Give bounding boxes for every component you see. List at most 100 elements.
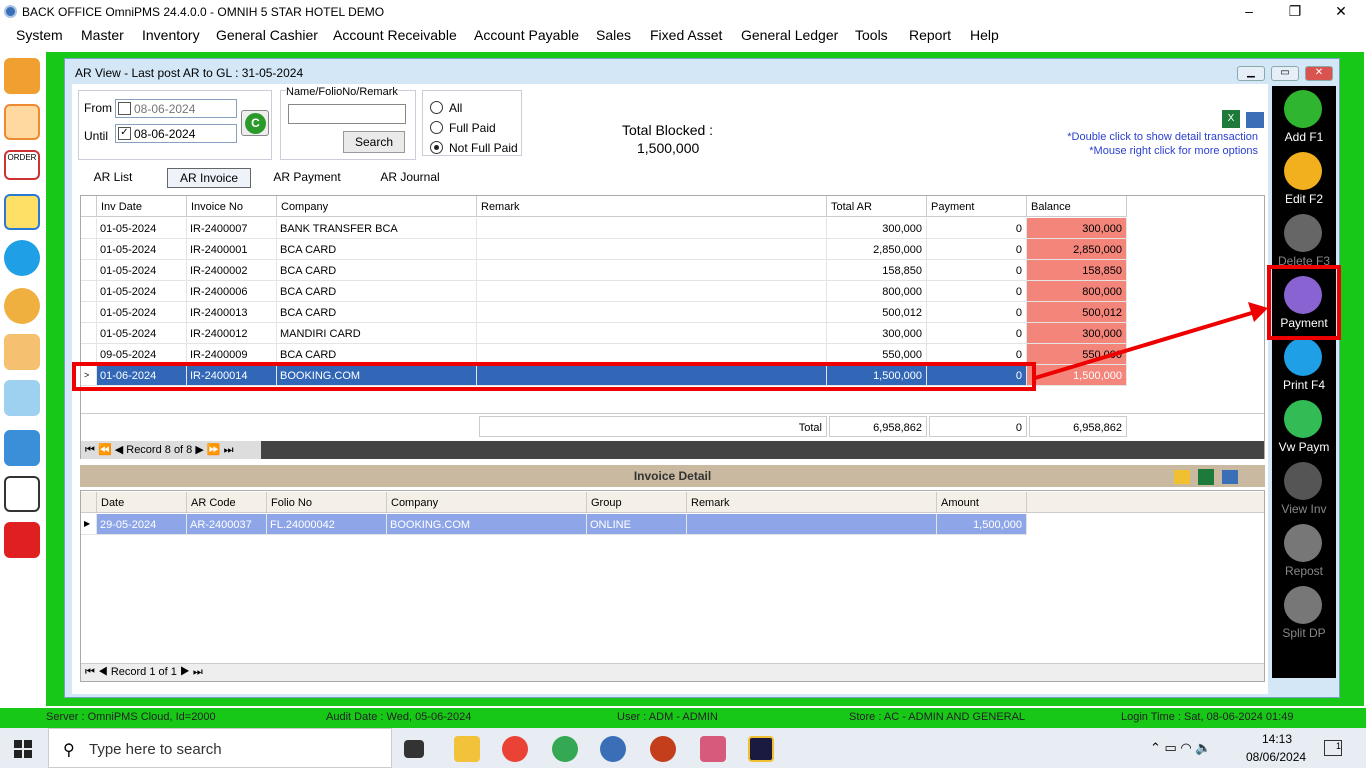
until-date-field[interactable]: 08-06-2024 — [115, 124, 237, 143]
cell-total-ar[interactable]: 2,850,000 — [827, 239, 927, 260]
dcol-ar-code[interactable]: AR Code — [187, 492, 267, 513]
checklist-icon[interactable] — [4, 104, 40, 140]
close-button[interactable]: ✕ — [1318, 0, 1364, 24]
cell-remark[interactable] — [477, 260, 827, 281]
mdi-close-button[interactable]: ✕ — [1305, 66, 1333, 81]
start-icon[interactable] — [14, 740, 32, 758]
hand-money-icon[interactable] — [4, 334, 40, 370]
from-checkbox[interactable] — [118, 102, 131, 115]
cell-invoice-no[interactable]: IR-2400002 — [187, 260, 277, 281]
task-view-icon[interactable] — [404, 740, 424, 758]
dcol-group[interactable]: Group — [587, 492, 687, 513]
mdi-restore-button[interactable]: ▭ — [1271, 66, 1299, 81]
cell-total-ar[interactable]: 300,000 — [827, 323, 927, 344]
menu-system[interactable]: System — [16, 27, 63, 43]
cell-invoice-no[interactable]: IR-2400007 — [187, 218, 277, 239]
detail-row[interactable]: ▶ 29-05-2024 AR-2400037 FL.24000042 BOOK… — [81, 514, 1264, 535]
calendar-icon[interactable] — [4, 430, 40, 466]
cell-invoice-no[interactable]: IR-2400013 — [187, 302, 277, 323]
expand-icon[interactable] — [1174, 470, 1190, 484]
cell-payment[interactable]: 0 — [927, 218, 1027, 239]
cell-payment[interactable]: 0 — [927, 260, 1027, 281]
detail-cell-folio[interactable]: FL.24000042 — [267, 514, 387, 535]
print-f4-button[interactable]: Print F4 — [1272, 336, 1336, 398]
dcol-company[interactable]: Company — [387, 492, 587, 513]
radio-all[interactable] — [430, 101, 443, 114]
taskbar-search[interactable]: ⚲ Type here to search — [48, 728, 392, 768]
cell-inv-date[interactable]: 01-05-2024 — [97, 302, 187, 323]
menu-help[interactable]: Help — [970, 27, 999, 43]
cell-remark[interactable] — [477, 281, 827, 302]
dnav-next-icon[interactable]: ▶ — [180, 666, 190, 678]
col-payment[interactable]: Payment — [927, 196, 1027, 217]
table-row[interactable]: 01-05-2024 IR-2400001 BCA CARD 2,850,000 0 2,… — [81, 239, 1264, 260]
split-dp-button[interactable]: Split DP — [1272, 584, 1336, 646]
name-search-input[interactable] — [288, 104, 406, 124]
cell-invoice-no[interactable]: IR-2400012 — [187, 323, 277, 344]
menu-general-cashier[interactable]: General Cashier — [216, 27, 318, 43]
view-inv-button[interactable]: View Inv — [1272, 460, 1336, 522]
cell-remark[interactable] — [477, 218, 827, 239]
tab-ar-journal[interactable]: AR Journal — [360, 168, 460, 188]
detail-cell-company[interactable]: BOOKING.COM — [387, 514, 587, 535]
cell-payment[interactable]: 0 — [927, 281, 1027, 302]
navigator-controls[interactable]: ⏮ ⏪ ◀ Record 8 of 8 ▶ ⏩ ⏭ — [81, 441, 261, 459]
cell-inv-date[interactable]: 01-05-2024 — [97, 323, 187, 344]
maximize-button[interactable]: ❐ — [1272, 0, 1318, 24]
col-remark[interactable]: Remark — [477, 196, 827, 217]
cell-inv-date[interactable]: 01-05-2024 — [97, 239, 187, 260]
cell-company[interactable]: BCA CARD — [277, 239, 477, 260]
cell-total-ar[interactable]: 300,000 — [827, 218, 927, 239]
cell-company[interactable]: BCA CARD — [277, 260, 477, 281]
cell-remark[interactable] — [477, 239, 827, 260]
cell-balance[interactable]: 2,850,000 — [1027, 239, 1127, 260]
cell-company[interactable]: BANK TRANSFER BCA — [277, 218, 477, 239]
nav-last-icon[interactable]: ⏭ — [221, 444, 234, 456]
cell-total-ar[interactable]: 800,000 — [827, 281, 927, 302]
cell-invoice-no[interactable]: IR-2400001 — [187, 239, 277, 260]
tab-ar-payment[interactable]: AR Payment — [262, 168, 352, 188]
table-row[interactable]: 01-05-2024 IR-2400007 BANK TRANSFER BCA 300… — [81, 218, 1264, 239]
menu-inventory[interactable]: Inventory — [142, 27, 200, 43]
money-bag-icon[interactable] — [4, 288, 40, 324]
refresh-button[interactable]: C — [241, 110, 269, 136]
detail-excel-icon[interactable] — [1198, 469, 1214, 485]
dnav-first-icon[interactable]: ⏮ — [85, 666, 98, 678]
menu-report[interactable]: Report — [909, 27, 951, 43]
menu-account-payable[interactable]: Account Payable — [474, 27, 579, 43]
edit-f2-button[interactable]: Edit F2 — [1272, 150, 1336, 212]
add-f1-button[interactable]: Add F1 — [1272, 88, 1336, 150]
cell-balance[interactable]: 800,000 — [1027, 281, 1127, 302]
cell-total-ar[interactable]: 158,850 — [827, 260, 927, 281]
radio-not-full-paid[interactable] — [430, 141, 443, 154]
cell-invoice-no[interactable]: IR-2400006 — [187, 281, 277, 302]
col-invoice-no[interactable]: Invoice No — [187, 196, 277, 217]
print-grid-icon[interactable] — [1246, 112, 1264, 128]
cell-payment[interactable]: 0 — [927, 239, 1027, 260]
file-explorer-icon[interactable] — [454, 736, 480, 762]
cell-remark[interactable] — [477, 323, 827, 344]
dcol-folio-no[interactable]: Folio No — [267, 492, 387, 513]
detail-print-icon[interactable] — [1222, 470, 1238, 484]
dcol-remark[interactable]: Remark — [687, 492, 937, 513]
menu-sales[interactable]: Sales — [596, 27, 631, 43]
cart-icon[interactable] — [4, 194, 40, 230]
sync-icon[interactable] — [4, 240, 40, 276]
powerpoint-icon[interactable] — [650, 736, 676, 762]
table-row[interactable]: 01-05-2024 IR-2400002 BCA CARD 158,850 0 158,… — [81, 260, 1264, 281]
dcol-date[interactable]: Date — [97, 492, 187, 513]
detail-cell-ar-code[interactable]: AR-2400037 — [187, 514, 267, 535]
notification-icon[interactable]: 1 — [1324, 740, 1342, 756]
boxes-icon[interactable] — [4, 58, 40, 94]
cell-payment[interactable]: 0 — [927, 302, 1027, 323]
from-date-field[interactable]: 08-06-2024 — [115, 99, 237, 118]
tray-icons[interactable]: ⌃ ▭ ◠ 🔈 — [1150, 740, 1212, 756]
excel-export-icon[interactable]: X — [1222, 110, 1240, 128]
chrome-profile-icon[interactable] — [552, 736, 578, 762]
menu-account-receivable[interactable]: Account Receivable — [333, 27, 457, 43]
cell-inv-date[interactable]: 01-05-2024 — [97, 260, 187, 281]
col-total-ar[interactable]: Total AR — [827, 196, 927, 217]
detail-cell-group[interactable]: ONLINE — [587, 514, 687, 535]
cell-payment[interactable]: 0 — [927, 323, 1027, 344]
cell-company[interactable]: BCA CARD — [277, 281, 477, 302]
